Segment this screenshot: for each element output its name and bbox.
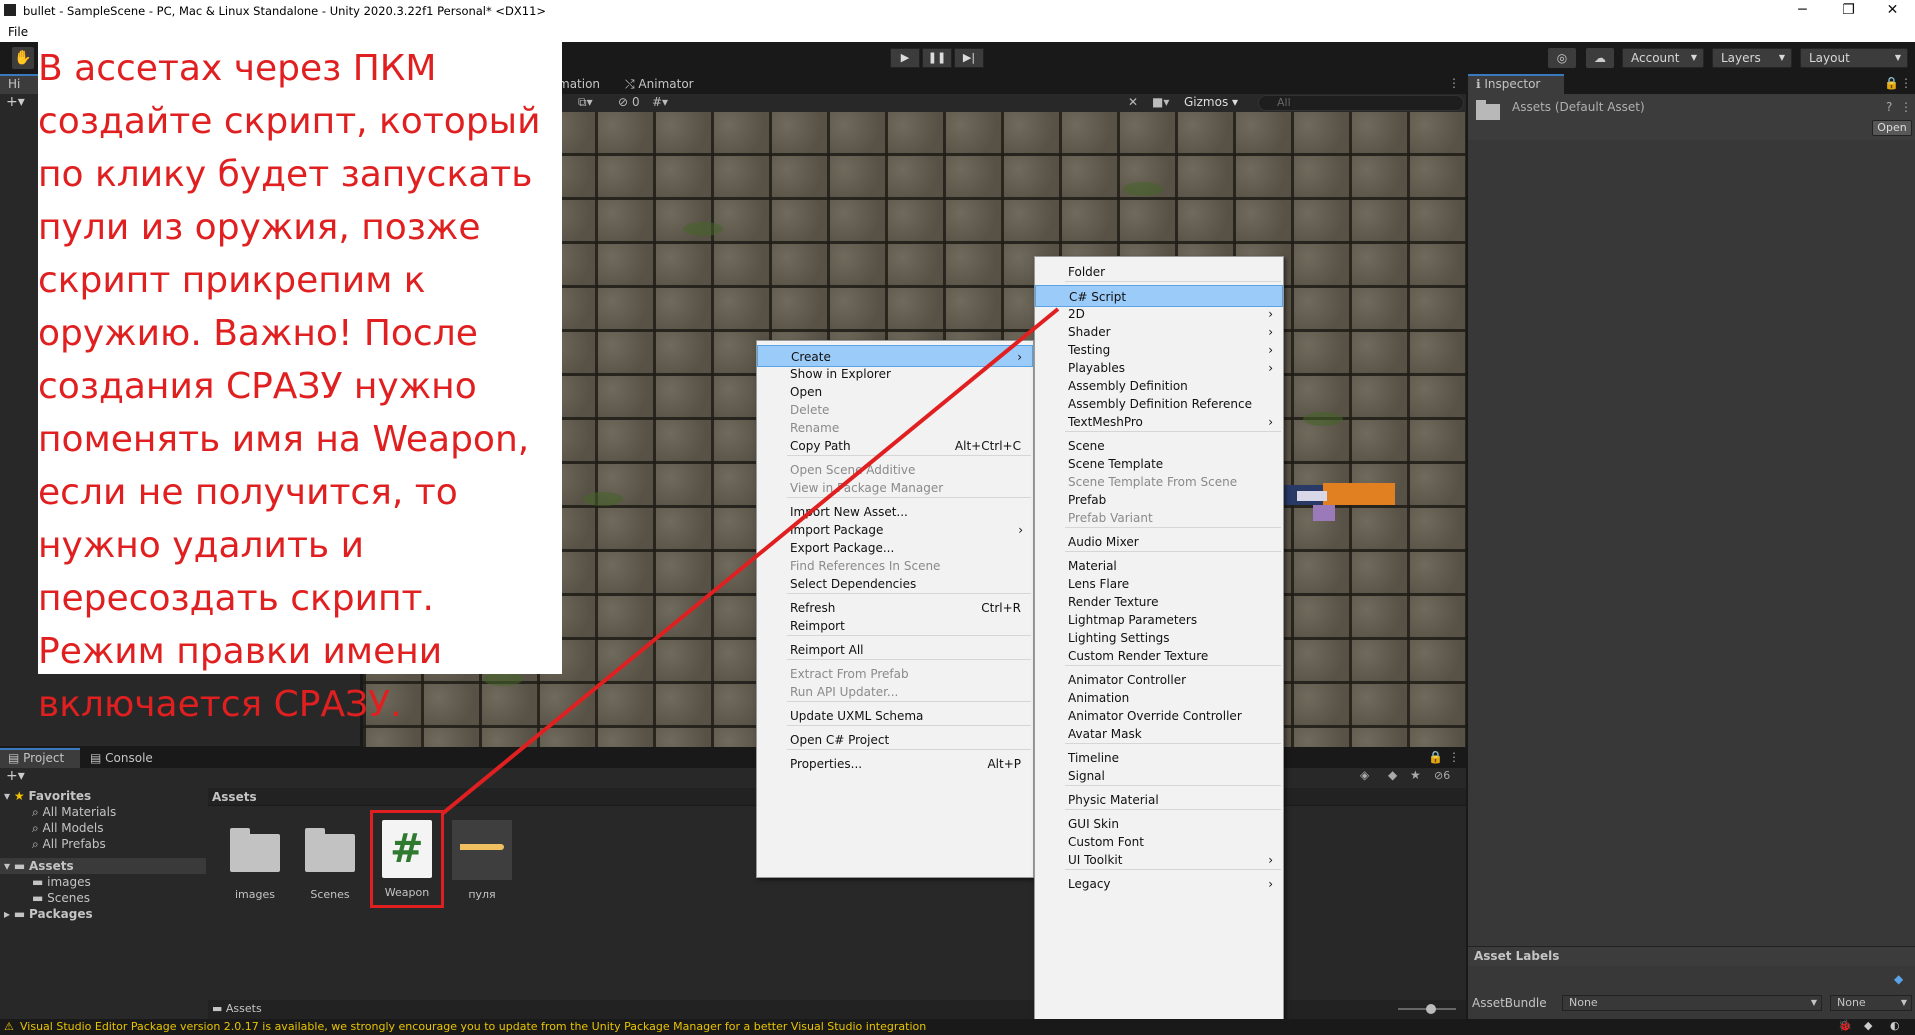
status-message[interactable]: Visual Studio Editor Package version 2.0… xyxy=(20,1020,926,1033)
annotation-arrow xyxy=(440,307,1060,816)
warning-icon: ⚠ xyxy=(4,1020,14,1033)
debug-icon[interactable]: 🐞 xyxy=(1838,1019,1852,1032)
build-icon[interactable]: ◆ xyxy=(1864,1019,1872,1032)
progress-icon[interactable]: ◐ xyxy=(1890,1019,1900,1032)
status-bar: ⚠ Visual Studio Editor Package version 2… xyxy=(0,1019,1915,1035)
arrow-line xyxy=(440,307,1060,816)
